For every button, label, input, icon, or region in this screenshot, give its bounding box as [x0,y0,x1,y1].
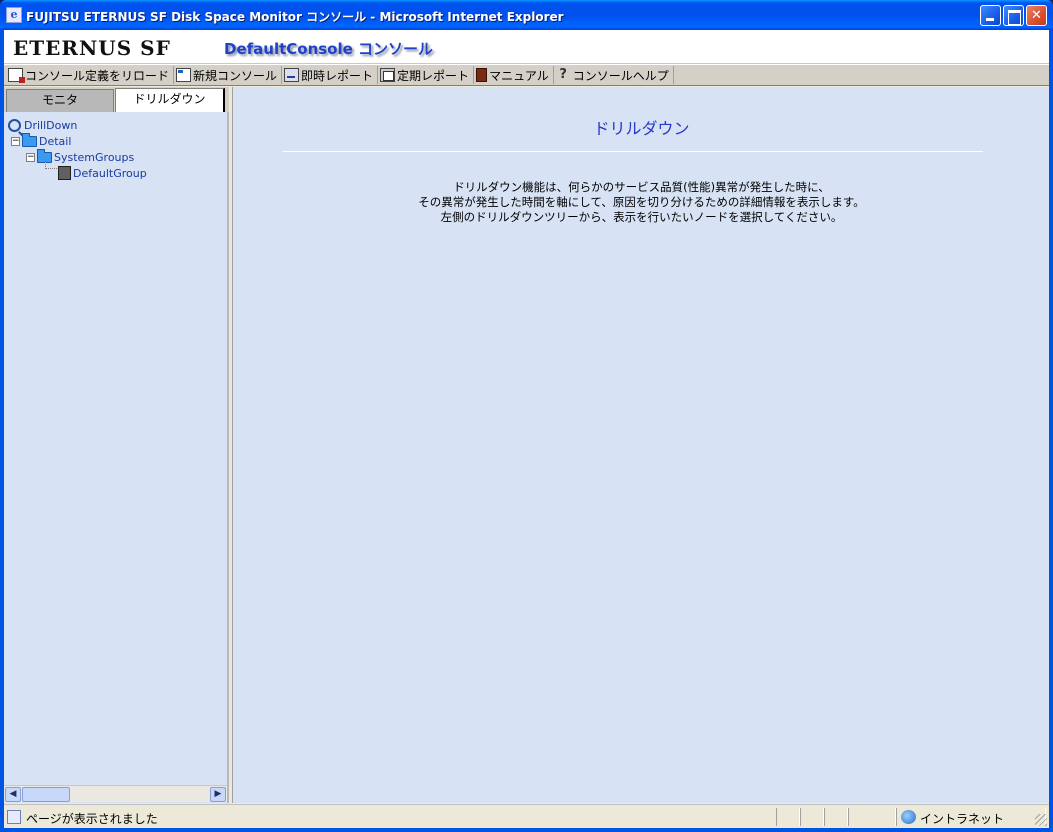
magnifier-icon [8,118,21,132]
minimize-button[interactable] [980,5,1001,26]
intranet-globe-icon [901,810,916,824]
ie-page-icon: e [6,7,22,23]
drilldown-tree: DrillDown − Detail − SystemGroups Defaul… [4,113,227,785]
scroll-right-icon[interactable]: ▶ [210,787,226,802]
instant-report-icon [284,68,300,82]
browser-window: e FUJITSU ETERNUS SF Disk Space Monitor … [0,0,1053,832]
console-help-label: コンソールヘルプ [572,68,669,83]
main-content: ドリルダウン ドリルダウン機能は、何らかのサービス品質(性能)異常が発生した時に… [232,87,1049,803]
periodic-report-icon [380,68,396,82]
tree-connector [45,159,57,169]
tree-node-drilldown-label: DrillDown [24,118,78,132]
tree-node-drilldown[interactable]: DrillDown [8,117,77,133]
manual-icon [476,68,488,82]
tree-node-detail-label: Detail [39,134,72,148]
left-tabs: モニタ ドリルダウン [4,87,229,112]
new-console-icon [176,68,192,82]
divider [283,151,983,152]
zone-label: イントラネット [920,812,1005,826]
tree-node-systemgroups[interactable]: − SystemGroups [26,148,135,165]
left-panel: モニタ ドリルダウン DrillDown − Detail − SystemGr… [4,87,229,803]
periodic-report-label: 定期レポート [397,68,470,83]
reload-console-label: コンソール定義をリロード [25,68,170,83]
instant-report-button[interactable]: 即時レポート [282,66,379,84]
status-cell [848,808,896,826]
new-console-label: 新規コンソール [193,68,278,83]
status-cell [776,808,800,826]
scroll-thumb[interactable] [22,787,70,802]
status-cell [824,808,848,826]
status-text: ページが表示されました [26,812,158,826]
description-line: ドリルダウン機能は、何らかのサービス品質(性能)異常が発生した時に、 [453,180,830,194]
help-icon: ? [559,67,567,82]
tree-node-systemgroups-label: SystemGroups [54,150,135,164]
periodic-report-button[interactable]: 定期レポート [378,66,475,84]
page-icon [7,810,21,824]
tab-monitor[interactable]: モニタ [6,89,114,112]
banner: ETERNUS SF DefaultConsole コンソール [4,30,1049,64]
manual-label: マニュアル [489,68,549,83]
new-console-button[interactable]: 新規コンソール [174,66,283,84]
console-help-button[interactable]: ? コンソールヘルプ [554,66,674,84]
status-bar: ページが表示されました イントラネット [4,804,1049,828]
tab-drilldown[interactable]: ドリルダウン [115,88,225,112]
description-line: その異常が発生した時間を軸にして、原因を切り分けるための詳細情報を表示します。 [418,195,865,209]
window-title: FUJITSU ETERNUS SF Disk Space Monitor コン… [26,10,564,24]
reload-icon [8,68,25,83]
collapse-icon[interactable]: − [11,136,20,146]
eternus-logo: ETERNUS SF [13,36,171,60]
manual-button[interactable]: マニュアル [474,66,554,84]
server-icon [58,166,71,180]
description-line: 左側のドリルダウンツリーから、表示を行いたいノードを選択してください。 [440,210,843,224]
title-bar[interactable]: e FUJITSU ETERNUS SF Disk Space Monitor … [0,0,1053,30]
toolbar: コンソール定義をリロード 新規コンソール 即時レポート 定期レポート マニュアル… [4,64,1049,86]
collapse-icon[interactable]: − [26,152,35,162]
tree-node-defaultgroup[interactable]: DefaultGroup [58,165,147,181]
browser-client-area: ETERNUS SF DefaultConsole コンソール コンソール定義を… [4,30,1049,828]
instant-report-label: 即時レポート [301,68,374,83]
scroll-left-icon[interactable]: ◀ [5,787,21,802]
close-button[interactable]: ✕ [1026,5,1047,26]
tree-node-detail[interactable]: − Detail [11,132,72,149]
folder-icon [22,132,37,147]
horizontal-scrollbar[interactable]: ◀ ▶ [4,785,227,802]
tree-node-defaultgroup-label: DefaultGroup [73,166,147,180]
resize-grip-icon[interactable] [1035,814,1047,826]
maximize-button[interactable] [1003,5,1024,26]
page-title: ドリルダウン [593,119,690,138]
description: ドリルダウン機能は、何らかのサービス品質(性能)異常が発生した時に、 その異常が… [233,180,1050,225]
console-name: DefaultConsole コンソール [224,40,434,58]
reload-console-button[interactable]: コンソール定義をリロード [6,66,175,84]
status-cell [800,808,824,826]
